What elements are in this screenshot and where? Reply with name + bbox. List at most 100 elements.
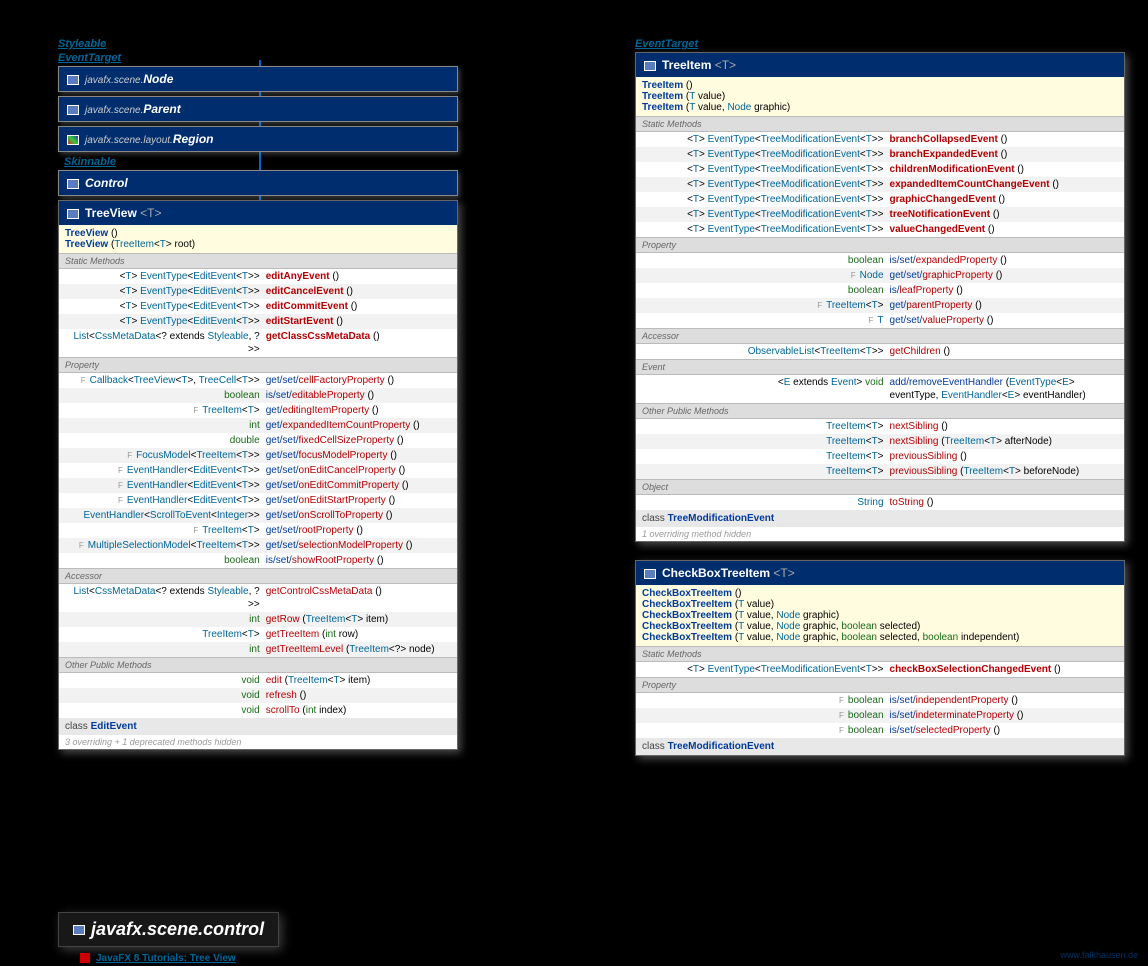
ctor: TreeItem (T value, Node graphic)	[642, 102, 1118, 113]
right-column: EventTarget TreeItem <T>TreeItem ()TreeI…	[635, 36, 1125, 774]
method-row: voidedit (TreeItem<T> item)	[59, 673, 457, 688]
prop-row: booleanis/set/expandedProperty ()	[636, 253, 1124, 268]
prop-row: FEventHandler<EditEvent<T>>get/set/onEdi…	[59, 463, 457, 478]
method-row: <T> EventType<EditEvent<T>>editStartEven…	[59, 314, 457, 329]
package-label: javafx.scene.control	[58, 912, 279, 947]
prop-row: EventHandler<ScrollToEvent<Integer>>get/…	[59, 508, 457, 523]
ctor: CheckBoxTreeItem (T value)	[642, 599, 1118, 610]
method-row: <T> EventType<TreeModificationEvent<T>>c…	[636, 162, 1124, 177]
method-row: voidrefresh ()	[59, 688, 457, 703]
method-row: voidscrollTo (int index)	[59, 703, 457, 718]
ctor: TreeView (TreeItem<T> root)	[65, 239, 451, 250]
prop-row: doubleget/set/fixedCellSizeProperty ()	[59, 433, 457, 448]
prop-row: Fbooleanis/set/indeterminateProperty ()	[636, 708, 1124, 723]
method-row: <T> EventType<TreeModificationEvent<T>>t…	[636, 207, 1124, 222]
treeview-box: TreeView <T>TreeView ()TreeView (TreeIte…	[58, 200, 458, 750]
section-static: Static Methods	[636, 646, 1124, 662]
class-header[interactable]: TreeItem <T>	[636, 53, 1124, 77]
hier-region[interactable]: javafx.scene.layout.Region	[58, 126, 458, 152]
oracle-icon	[80, 953, 90, 963]
hier-parent[interactable]: javafx.scene.Parent	[58, 96, 458, 122]
styleable-link[interactable]: Styleable	[58, 38, 458, 50]
method-row: TreeItem<T>previousSibling ()	[636, 449, 1124, 464]
class-header[interactable]: CheckBoxTreeItem <T>	[636, 561, 1124, 585]
prop-row: FMultipleSelectionModel<TreeItem<T>>get/…	[59, 538, 457, 553]
checkboxtreeitem-box: CheckBoxTreeItem <T>CheckBoxTreeItem ()C…	[635, 560, 1125, 756]
method-row: <T> EventType<TreeModificationEvent<T>>v…	[636, 222, 1124, 237]
class-icon	[67, 105, 79, 115]
class-header[interactable]: TreeView <T>	[59, 201, 457, 225]
hidden-note: 3 overriding + 1 deprecated methods hidd…	[59, 735, 457, 749]
left-column: Styleable EventTarget javafx.scene.Node j…	[58, 36, 458, 768]
prop-row: FCallback<TreeView<T>, TreeCell<T>>get/s…	[59, 373, 457, 388]
constructors: TreeItem ()TreeItem (T value)TreeItem (T…	[636, 77, 1124, 116]
class-icon	[644, 569, 656, 579]
section-static: Static Methods	[59, 253, 457, 269]
inner-class: class EditEvent	[59, 718, 457, 735]
ctor: CheckBoxTreeItem ()	[642, 588, 1118, 599]
class-icon	[67, 135, 79, 145]
section-evt: Event	[636, 359, 1124, 375]
prop-row: booleanis/set/showRootProperty ()	[59, 553, 457, 568]
method-row: <T> EventType<EditEvent<T>>editCancelEve…	[59, 284, 457, 299]
ctor: TreeView ()	[65, 228, 451, 239]
method-row: TreeItem<T>nextSibling ()	[636, 419, 1124, 434]
prop-row: booleanis/leafProperty ()	[636, 283, 1124, 298]
section-prop: Property	[636, 677, 1124, 693]
prop-row: FFocusModel<TreeItem<T>>get/set/focusMod…	[59, 448, 457, 463]
method-row: <T> EventType<TreeModificationEvent<T>>b…	[636, 132, 1124, 147]
inner-class: class TreeModificationEvent	[636, 510, 1124, 527]
prop-row: Fbooleanis/set/independentProperty ()	[636, 693, 1124, 708]
section-opm: Other Public Methods	[59, 657, 457, 673]
method-row: List<CssMetaData<? extends Styleable, ?>…	[59, 584, 457, 612]
hier-node[interactable]: javafx.scene.Node	[58, 66, 458, 92]
constructors: CheckBoxTreeItem ()CheckBoxTreeItem (T v…	[636, 585, 1124, 646]
method-row: TreeItem<T>getTreeItem (int row)	[59, 627, 457, 642]
class-icon	[67, 179, 79, 189]
method-row: <T> EventType<TreeModificationEvent<T>>b…	[636, 147, 1124, 162]
method-row: TreeItem<T>previousSibling (TreeItem<T> …	[636, 464, 1124, 479]
method-row: List<CssMetaData<? extends Styleable, ?>…	[59, 329, 457, 357]
ctor: TreeItem (T value)	[642, 91, 1118, 102]
tutorial-link[interactable]: JavaFX 8 Tutorials: Tree View	[80, 953, 236, 964]
method-row: intgetTreeItemLevel (TreeItem<?> node)	[59, 642, 457, 657]
method-row: <T> EventType<EditEvent<T>>editCommitEve…	[59, 299, 457, 314]
section-acc: Accessor	[59, 568, 457, 584]
ctor: CheckBoxTreeItem (T value, Node graphic)	[642, 610, 1118, 621]
class-icon	[67, 209, 79, 219]
prop-row: FTreeItem<T>get/parentProperty ()	[636, 298, 1124, 313]
ctor: CheckBoxTreeItem (T value, Node graphic,…	[642, 632, 1118, 643]
method-row: <E extends Event> voidadd/removeEventHan…	[636, 375, 1124, 403]
site-link[interactable]: www.falkhausen.de	[1060, 950, 1138, 960]
section-opm: Other Public Methods	[636, 403, 1124, 419]
method-row: <T> EventType<TreeModificationEvent<T>>e…	[636, 177, 1124, 192]
prop-row: Fbooleanis/set/selectedProperty ()	[636, 723, 1124, 738]
eventtarget-link[interactable]: EventTarget	[58, 52, 458, 64]
section-prop: Property	[636, 237, 1124, 253]
eventtarget-link-2[interactable]: EventTarget	[635, 38, 1125, 50]
method-row: StringtoString ()	[636, 495, 1124, 510]
section-static: Static Methods	[636, 116, 1124, 132]
inner-class: class TreeModificationEvent	[636, 738, 1124, 755]
prop-row: FEventHandler<EditEvent<T>>get/set/onEdi…	[59, 493, 457, 508]
section-obj: Object	[636, 479, 1124, 495]
section-prop: Property	[59, 357, 457, 373]
method-row: ObservableList<TreeItem<T>>getChildren (…	[636, 344, 1124, 359]
section-acc: Accessor	[636, 328, 1124, 344]
treeitem-box: TreeItem <T>TreeItem ()TreeItem (T value…	[635, 52, 1125, 542]
hidden-note: 1 overriding method hidden	[636, 527, 1124, 541]
ctor: CheckBoxTreeItem (T value, Node graphic,…	[642, 621, 1118, 632]
ctor: TreeItem ()	[642, 80, 1118, 91]
hier-control[interactable]: Control	[58, 170, 458, 196]
constructors: TreeView ()TreeView (TreeItem<T> root)	[59, 225, 457, 253]
method-row: <T> EventType<TreeModificationEvent<T>>g…	[636, 192, 1124, 207]
skinnable-link[interactable]: Skinnable	[64, 156, 458, 168]
class-icon	[644, 61, 656, 71]
method-row: <T> EventType<EditEvent<T>>editAnyEvent …	[59, 269, 457, 284]
prop-row: FEventHandler<EditEvent<T>>get/set/onEdi…	[59, 478, 457, 493]
method-row: intgetRow (TreeItem<T> item)	[59, 612, 457, 627]
prop-row: FTget/set/valueProperty ()	[636, 313, 1124, 328]
prop-row: FTreeItem<T>get/set/rootProperty ()	[59, 523, 457, 538]
prop-row: intget/expandedItemCountProperty ()	[59, 418, 457, 433]
method-row: <T> EventType<TreeModificationEvent<T>>c…	[636, 662, 1124, 677]
